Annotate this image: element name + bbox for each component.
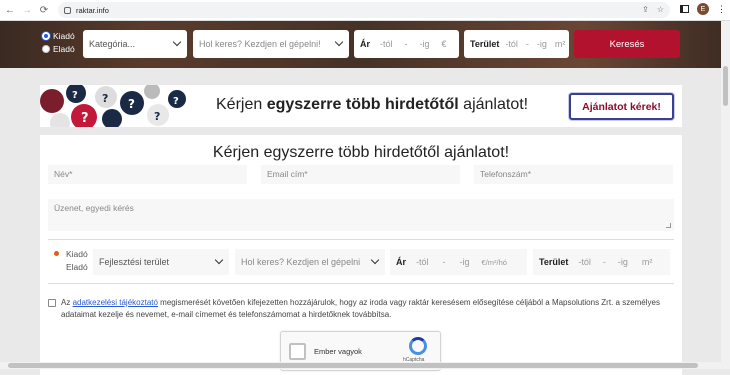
location-input[interactable]: Hol keres? Kezdjen el gépelni!	[193, 30, 349, 58]
radio-unselected-icon[interactable]	[54, 264, 59, 269]
message-field[interactable]: Üzenet, egyedi kérés	[48, 199, 674, 231]
form-listing-type-radios: Kiadó Eladó	[54, 248, 88, 274]
area-range: Terület -tól - -ig m²	[464, 30, 569, 58]
question-balls-image: ? ? ? ? ? ?	[40, 85, 190, 127]
area-to-input[interactable]: -ig	[537, 39, 547, 49]
horizontal-scroll-thumb[interactable]	[8, 363, 698, 368]
form-category-select[interactable]: Fejlesztési terület	[93, 249, 229, 275]
resize-grip-icon[interactable]	[666, 223, 671, 228]
bookmark-star-icon[interactable]: ☆	[657, 5, 664, 14]
form-area-from-input[interactable]: -tól	[578, 257, 591, 267]
form-price-to-input[interactable]: -ig	[460, 257, 470, 267]
vertical-scroll-thumb[interactable]	[723, 66, 728, 106]
phone-field[interactable]: Telefonszám*	[474, 165, 673, 184]
form-radio-sale[interactable]: Eladó	[54, 261, 88, 274]
radio-sale[interactable]: Eladó	[42, 43, 75, 56]
vertical-scrollbar[interactable]	[721, 21, 730, 369]
consent-checkbox[interactable]	[48, 299, 56, 307]
horizontal-scrollbar[interactable]	[0, 362, 721, 369]
avatar[interactable]: E	[697, 3, 709, 15]
share-icon[interactable]: ⇪	[642, 5, 649, 14]
chevron-down-icon	[371, 256, 379, 264]
form-title: Kérjen egyszerre több hirdetőtől ajánlat…	[40, 144, 682, 162]
privacy-policy-link[interactable]: adatkezelési tájékoztató	[73, 298, 158, 307]
offer-form: Kérjen egyszerre több hirdetőtől ajánlat…	[40, 135, 682, 375]
reload-icon[interactable]: ⟳	[37, 3, 51, 17]
consent-row: Az adatkezelési tájékoztató megismerését…	[48, 297, 678, 321]
chevron-down-icon	[173, 38, 181, 46]
form-area-to-input[interactable]: -ig	[618, 257, 628, 267]
form-radio-rent[interactable]: Kiadó	[54, 248, 88, 261]
svg-text:?: ?	[154, 110, 160, 123]
offer-banner: ? ? ? ? ? ? Kérjen egyszerre több hirdet…	[40, 85, 682, 127]
price-range: Ár -tól - -ig €	[354, 30, 459, 58]
radio-selected-icon[interactable]	[54, 251, 59, 256]
name-field[interactable]: Név*	[48, 165, 247, 184]
back-icon[interactable]: ←	[3, 3, 17, 17]
sidepanel-icon[interactable]	[680, 5, 689, 13]
captcha-checkbox[interactable]	[289, 343, 306, 360]
consent-text: Az adatkezelési tájékoztató megismerését…	[48, 297, 678, 321]
lock-icon	[64, 7, 71, 14]
search-button[interactable]: Keresés	[574, 30, 680, 58]
svg-text:?: ?	[72, 90, 78, 101]
radio-unselected-icon[interactable]	[42, 45, 50, 53]
radio-selected-icon[interactable]	[42, 32, 50, 40]
price-to-input[interactable]: -ig	[420, 39, 430, 49]
chevron-down-icon	[335, 38, 343, 46]
hcaptcha-logo-icon	[409, 337, 427, 355]
radio-rent[interactable]: Kiadó	[42, 30, 75, 43]
banner-headline: Kérjen egyszerre több hirdetőtől ajánlat…	[216, 96, 528, 114]
chevron-down-icon	[215, 256, 223, 264]
search-header: Kiadó Eladó Kategória... Hol keres? Kezd…	[0, 21, 730, 68]
svg-text:?: ?	[102, 92, 108, 105]
svg-text:?: ?	[128, 97, 135, 111]
address-bar[interactable]: raktar.info ⇪ ☆	[58, 2, 670, 18]
forward-icon[interactable]: →	[20, 3, 34, 17]
form-price-range: Ár -tól - -ig €/m²/hó	[390, 249, 527, 275]
request-offer-button[interactable]: Ajánlatot kérek!	[569, 93, 674, 120]
price-from-input[interactable]: -tól	[380, 39, 393, 49]
divider	[48, 283, 674, 284]
divider	[48, 239, 674, 240]
url-text: raktar.info	[76, 6, 109, 15]
form-price-from-input[interactable]: -tól	[416, 257, 429, 267]
form-location-input[interactable]: Hol keres? Kezdjen el gépelni	[235, 249, 385, 275]
email-field[interactable]: Email cím*	[261, 165, 460, 184]
svg-text:?: ?	[173, 96, 179, 107]
browser-toolbar: ← → ⟳ raktar.info ⇪ ☆ E ⋮	[0, 0, 730, 21]
captcha-label: Ember vagyok	[314, 347, 362, 356]
form-area-range: Terület -tól - -ig m²	[533, 249, 670, 275]
svg-text:?: ?	[81, 111, 89, 126]
area-from-input[interactable]: -tól	[505, 39, 518, 49]
menu-kebab-icon[interactable]: ⋮	[717, 4, 726, 15]
category-select[interactable]: Kategória...	[83, 30, 187, 58]
listing-type-radios: Kiadó Eladó	[42, 30, 75, 56]
page-content: ? ? ? ? ? ? Kérjen egyszerre több hirdet…	[40, 85, 682, 375]
